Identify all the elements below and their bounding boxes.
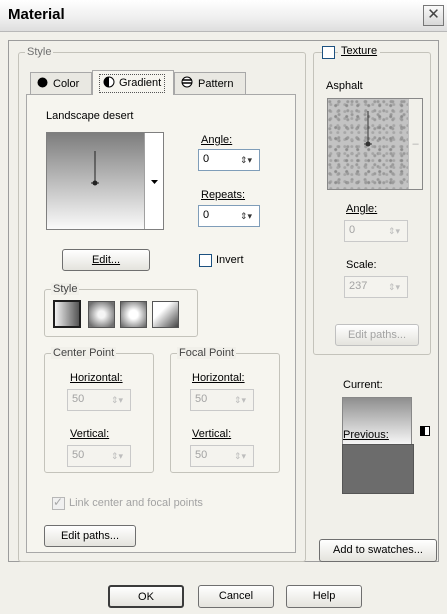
link-points-label: Link center and focal points [69, 497, 203, 509]
texture-edit-paths-button[interactable]: Edit paths... [335, 324, 419, 346]
gradient-repeats-value: 0 [203, 209, 210, 221]
gradient-edit-paths-button[interactable]: Edit paths... [44, 525, 136, 547]
gradient-angle-indicator [91, 151, 99, 186]
gradient-repeats-label: Repeats: [201, 189, 246, 201]
focal-vertical-value: 50 [195, 449, 208, 461]
style-group-label: Style [25, 46, 54, 58]
tab-color[interactable]: Color [30, 72, 92, 94]
tab-pattern-label: Pattern [198, 77, 234, 90]
dash-icon: – [412, 138, 419, 150]
window-title: Material [8, 6, 65, 23]
gradient-dropdown-button[interactable] [144, 133, 163, 229]
spin-arrows-icon: ⇕▾ [233, 394, 247, 405]
gradient-edit-paths-label: Edit paths... [60, 530, 120, 542]
texture-scale-label: Scale: [346, 259, 377, 271]
close-icon: ✕ [427, 6, 440, 23]
gradient-edit-label: Edit... [91, 254, 121, 266]
swap-colors-icon[interactable] [420, 426, 430, 436]
focal-point-label: Focal Point [177, 347, 237, 359]
invert-label: Invert [216, 254, 244, 266]
ok-label: OK [138, 591, 154, 603]
texture-edit-paths-label: Edit paths... [347, 329, 407, 341]
focal-horizontal-input[interactable]: 50 ⇕▾ [190, 389, 254, 411]
focal-vertical-input[interactable]: 50 ⇕▾ [190, 445, 254, 467]
texture-angle-label: Angle: [346, 203, 378, 215]
center-horizontal-label: Horizontal: [70, 372, 123, 384]
focal-horizontal-value: 50 [195, 393, 208, 405]
gradient-picker[interactable] [46, 132, 164, 230]
cancel-label: Cancel [218, 590, 254, 602]
spin-arrows-icon[interactable]: ⇕▾ [233, 150, 259, 170]
spin-arrows-icon: ⇕▾ [387, 281, 401, 292]
gradient-angle-input[interactable]: 0 ⇕▾ [198, 149, 260, 171]
invert-checkbox[interactable] [199, 254, 212, 267]
gradient-name: Landscape desert [46, 110, 134, 122]
texture-angle-indicator [364, 111, 372, 147]
texture-scale-value: 237 [349, 280, 368, 292]
help-label: Help [312, 590, 336, 602]
center-vertical-input[interactable]: 50 ⇕▾ [67, 445, 131, 467]
focal-horizontal-label: Horizontal: [192, 372, 245, 384]
texture-preview [328, 99, 408, 189]
link-points-checkbox[interactable]: ✓ [52, 495, 65, 510]
texture-checkbox[interactable] [322, 46, 335, 59]
close-button[interactable]: ✕ [423, 5, 444, 26]
spin-arrows-icon: ⇕▾ [233, 450, 247, 461]
spin-arrows-icon: ⇕▾ [110, 394, 124, 405]
spin-arrows-icon: ⇕▾ [387, 225, 401, 236]
add-to-swatches-button[interactable]: Add to swatches... [319, 539, 437, 562]
texture-label: Texture [338, 45, 381, 57]
gradient-angle-label: Angle: [201, 134, 233, 146]
gradient-edit-button[interactable]: Edit... [62, 249, 150, 271]
center-horizontal-input[interactable]: 50 ⇕▾ [67, 389, 131, 411]
striped-circle-icon [181, 76, 193, 91]
spin-arrows-icon[interactable]: ⇕▾ [233, 206, 259, 226]
style-sunburst-button[interactable] [120, 301, 147, 328]
previous-swatch[interactable] [342, 444, 414, 494]
ok-button[interactable]: OK [108, 585, 184, 608]
focal-vertical-label: Vertical: [192, 428, 232, 440]
spin-arrows-icon: ⇕▾ [110, 450, 124, 461]
texture-dropdown-button[interactable]: – [408, 99, 422, 189]
half-circle-icon [103, 76, 115, 91]
center-vertical-label: Vertical: [70, 428, 110, 440]
gradient-preview [47, 133, 144, 229]
texture-scale-input[interactable]: 237 ⇕▾ [344, 276, 408, 298]
texture-angle-input[interactable]: 0 ⇕▾ [344, 220, 408, 242]
tab-gradient[interactable]: Gradient [92, 70, 174, 95]
style-rectangular-button[interactable] [88, 301, 115, 328]
checkmark-icon: ✓ [53, 495, 64, 509]
filled-circle-icon [37, 77, 48, 91]
triangle-down-icon [150, 175, 158, 187]
help-button[interactable]: Help [286, 585, 362, 608]
gradient-angle-value: 0 [203, 153, 210, 165]
gradient-repeats-input[interactable]: 0 ⇕▾ [198, 205, 260, 227]
add-to-swatches-label: Add to swatches... [333, 544, 423, 556]
style-linear-button[interactable] [53, 300, 81, 328]
center-vertical-value: 50 [72, 449, 85, 461]
gradient-style-label: Style [51, 283, 80, 295]
previous-label: Previous: [343, 429, 389, 441]
texture-name: Asphalt [326, 80, 363, 92]
current-label: Current: [343, 379, 383, 391]
tab-color-label: Color [53, 77, 80, 90]
style-radial-button[interactable] [152, 301, 179, 328]
tab-pattern[interactable]: Pattern [174, 72, 246, 94]
center-horizontal-value: 50 [72, 393, 85, 405]
tab-gradient-label: Gradient [119, 77, 162, 89]
cancel-button[interactable]: Cancel [198, 585, 274, 608]
center-point-label: Center Point [51, 347, 117, 359]
title-bar: Material ✕ [0, 0, 447, 32]
texture-picker[interactable]: – [327, 98, 423, 190]
texture-angle-value: 0 [349, 224, 356, 236]
